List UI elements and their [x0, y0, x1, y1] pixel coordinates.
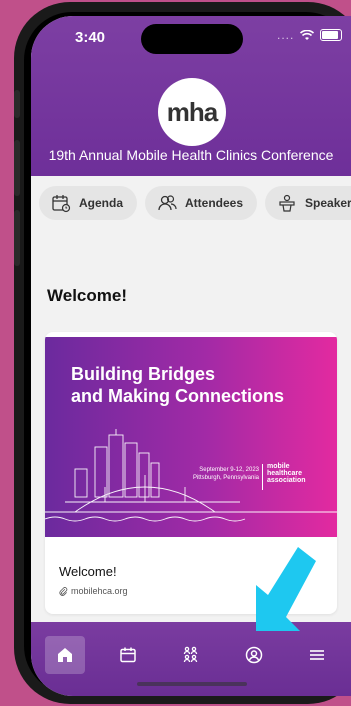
banner-date-line-2: Pittsburgh, Pennsylvania: [192, 475, 259, 481]
nav-menu[interactable]: [297, 636, 337, 674]
card-link-text: mobilehca.org: [71, 586, 128, 596]
nav-people[interactable]: [171, 636, 211, 674]
signal-indicator: ....: [277, 28, 295, 42]
status-indicators: ....: [277, 28, 343, 42]
logo-text: mha: [166, 96, 218, 127]
pointer-arrow-icon: [256, 547, 316, 631]
status-time: 3:40: [75, 29, 106, 46]
calendar-icon: [120, 647, 136, 663]
menu-icon: [310, 650, 324, 660]
mute-switch: [14, 90, 20, 118]
banner-divider: [262, 464, 263, 490]
banner-assoc-line-2: healthcare: [267, 470, 303, 477]
app-header: 3:40 .... mha 19th Annual Mobile Health …: [31, 16, 351, 176]
tab-speakers-label: Speakers: [305, 196, 351, 210]
banner-date: September 9-12, 2023 Pittsburgh, Pennsyl…: [171, 466, 259, 482]
tab-speakers[interactable]: Speakers: [265, 186, 351, 220]
calendar-icon: [52, 195, 71, 213]
tab-attendees-label: Attendees: [185, 196, 244, 210]
conference-title: 19th Annual Mobile Health Clinics Confer…: [48, 147, 334, 163]
mha-logo: mha: [158, 78, 226, 146]
tab-agenda-label: Agenda: [79, 196, 124, 210]
dynamic-island: [141, 24, 243, 54]
card-title: Welcome!: [59, 564, 117, 579]
banner-date-line-1: September 9-12, 2023: [199, 467, 259, 473]
welcome-heading: Welcome!: [47, 286, 127, 305]
people-icon: [183, 646, 198, 663]
nav-home[interactable]: [45, 636, 85, 674]
profile-icon: [245, 646, 263, 664]
feature-tabs: Agenda Attendees Speakers: [39, 186, 351, 222]
banner-association: mobile healthcare association: [267, 463, 306, 484]
volume-down-button: [14, 210, 20, 266]
skyline-bridge-illustration: [45, 429, 337, 522]
banner-assoc-line-1: mobile: [267, 463, 290, 470]
home-indicator: [137, 682, 247, 686]
banner-assoc-line-3: association: [267, 477, 306, 484]
link-icon: [59, 586, 68, 596]
volume-up-button: [14, 140, 20, 196]
wifi-icon: [300, 29, 315, 40]
users-icon: [158, 195, 177, 211]
battery-icon: [320, 29, 343, 41]
conference-banner: Building Bridges and Making Connections: [45, 337, 337, 537]
podium-icon: [279, 194, 295, 212]
nav-profile[interactable]: [234, 636, 274, 674]
tab-agenda[interactable]: Agenda: [39, 186, 138, 220]
card-link[interactable]: mobilehca.org: [59, 586, 128, 596]
home-icon: [58, 648, 72, 662]
tab-attendees[interactable]: Attendees: [145, 186, 258, 220]
nav-calendar[interactable]: [108, 636, 148, 674]
